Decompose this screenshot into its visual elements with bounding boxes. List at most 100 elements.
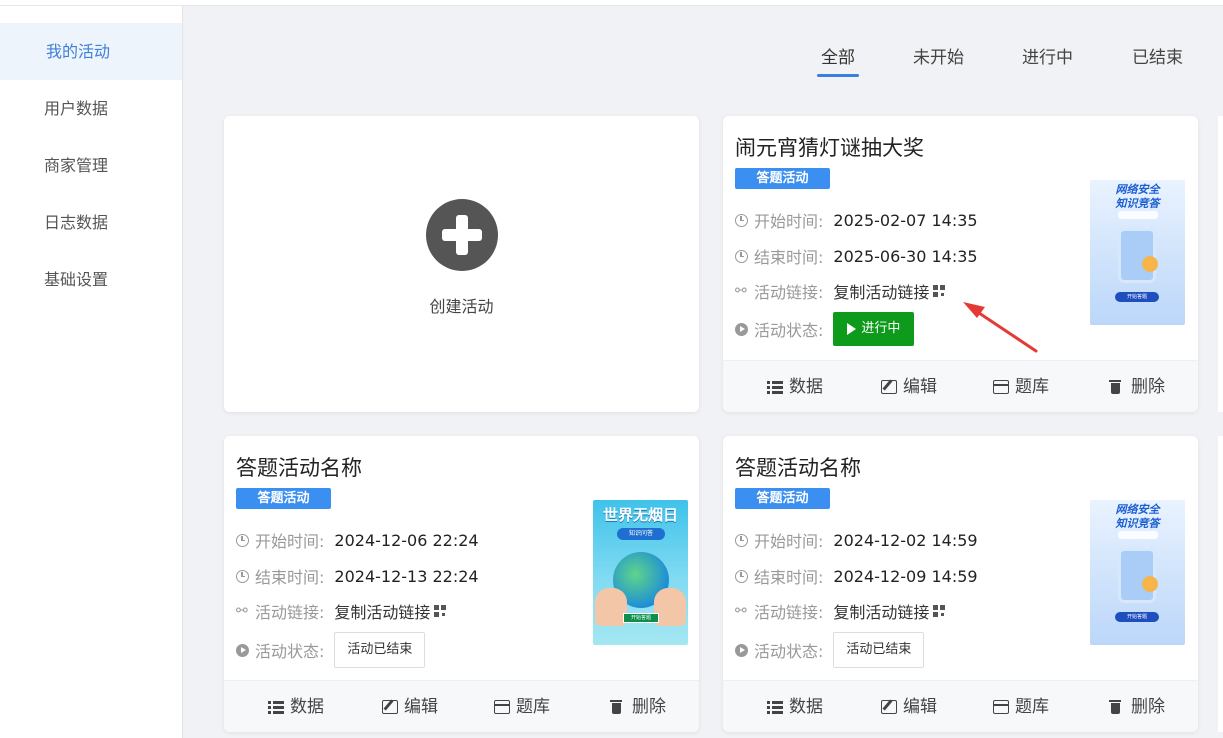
edit-icon	[881, 700, 897, 714]
data-label: 数据	[789, 377, 823, 397]
status-ended-button[interactable]: 活动已结束	[334, 632, 426, 668]
activity-card: 闹元宵猜灯谜抽大奖 答题活动 开始时间: 2025-02-07 14:35 结束…	[723, 116, 1198, 412]
edit-icon	[881, 380, 897, 394]
tab-in-progress[interactable]: 进行中	[1022, 43, 1073, 68]
plus-circle-icon	[425, 199, 498, 271]
start-time-label: 开始时间:	[255, 532, 325, 551]
edit-button[interactable]: 编辑	[881, 361, 937, 412]
data-button[interactable]: 数据	[767, 361, 823, 412]
activity-title: 闹元宵猜灯谜抽大奖	[735, 136, 924, 160]
bank-label: 题库	[1015, 697, 1049, 717]
clock-icon	[735, 249, 748, 263]
qr-code-icon[interactable]	[933, 605, 946, 617]
data-label: 数据	[789, 697, 823, 717]
poster-subtitle-bar	[1118, 531, 1158, 539]
link-icon: ⚯	[735, 282, 747, 299]
status-running-button[interactable]: 进行中	[833, 312, 915, 346]
activity-card: 答题活动名称 答题活动 开始时间: 2024-12-06 22:24 结束时间:…	[224, 436, 699, 732]
edit-button[interactable]: 编辑	[382, 681, 438, 732]
poster-line2: 知识竞答	[1115, 197, 1160, 210]
delete-button[interactable]: 删除	[610, 681, 666, 732]
delete-button[interactable]: 删除	[1109, 361, 1165, 412]
copy-link-button[interactable]: 复制活动链接	[833, 279, 946, 303]
sidebar-item-basic-settings[interactable]: 基础设置	[0, 251, 182, 308]
clock-icon	[735, 533, 748, 547]
question-bank-button[interactable]: 题库	[993, 681, 1049, 732]
copy-link-button[interactable]: 复制活动链接	[833, 599, 946, 623]
end-time-row: 结束时间: 2024-12-09 14:59	[735, 564, 978, 588]
link-label: 活动链接:	[754, 283, 824, 302]
tab-active-underline	[817, 74, 859, 77]
data-button[interactable]: 数据	[767, 681, 823, 732]
status-label: 活动状态:	[754, 642, 824, 661]
status-text: 进行中	[861, 321, 901, 336]
start-time-value: 2024-12-02 14:59	[833, 530, 978, 550]
list-icon	[767, 380, 783, 394]
activity-poster-image: 网络安全 知识竞答 开始答题	[1090, 500, 1185, 645]
status-label: 活动状态:	[754, 321, 824, 340]
tab-not-started[interactable]: 未开始	[913, 43, 964, 68]
poster-line2: 知识竞答	[1115, 517, 1160, 530]
create-activity-card[interactable]: 创建活动	[224, 116, 699, 412]
play-circle-icon	[735, 643, 748, 657]
poster-title: 世界无烟日	[602, 506, 678, 524]
link-row: ⚯ 活动链接: 复制活动链接	[735, 279, 946, 303]
delete-label: 删除	[632, 697, 666, 717]
qr-code-icon[interactable]	[434, 605, 447, 617]
card-icon	[993, 380, 1009, 394]
trash-icon	[1109, 700, 1125, 714]
list-icon	[767, 700, 783, 714]
top-bar	[0, 0, 1223, 6]
sidebar-item-merchant-management[interactable]: 商家管理	[0, 137, 182, 194]
partial-card-edge	[1218, 116, 1223, 412]
sidebar: 我的活动 用户数据 商家管理 日志数据 基础设置	[0, 6, 183, 738]
link-label: 活动链接:	[255, 603, 325, 622]
create-activity-label: 创建活动	[429, 297, 494, 316]
status-label: 活动状态:	[255, 642, 325, 661]
edit-label: 编辑	[404, 697, 438, 717]
question-bank-button[interactable]: 题库	[993, 361, 1049, 412]
qr-code-icon[interactable]	[933, 285, 946, 297]
link-icon: ⚯	[735, 602, 747, 619]
link-label: 活动链接:	[754, 603, 824, 622]
end-time-value: 2024-12-13 22:24	[334, 566, 479, 586]
delete-label: 删除	[1131, 377, 1165, 397]
poster-start-button: 开始答题	[623, 613, 659, 623]
coin-illustration	[1142, 576, 1158, 592]
tab-ended[interactable]: 已结束	[1132, 43, 1183, 68]
sidebar-item-user-data[interactable]: 用户数据	[0, 80, 182, 137]
start-time-label: 开始时间:	[754, 212, 824, 231]
sidebar-item-log-data[interactable]: 日志数据	[0, 194, 182, 251]
copy-link-button[interactable]: 复制活动链接	[334, 599, 447, 623]
poster-start-button: 开始答题	[1115, 612, 1159, 622]
clock-icon	[236, 533, 249, 547]
end-time-row: 结束时间: 2025-06-30 14:35	[735, 244, 978, 268]
copy-link-label: 复制活动链接	[833, 603, 930, 622]
bank-label: 题库	[1015, 377, 1049, 397]
play-circle-icon	[236, 643, 249, 657]
status-ended-button[interactable]: 活动已结束	[833, 632, 925, 668]
delete-label: 删除	[1131, 697, 1165, 717]
play-icon	[847, 323, 857, 335]
link-row: ⚯ 活动链接: 复制活动链接	[735, 599, 946, 623]
status-row: 活动状态: 进行中	[735, 312, 915, 346]
coin-illustration	[1142, 256, 1158, 272]
start-time-value: 2024-12-06 22:24	[334, 530, 479, 550]
poster-title: 网络安全 知识竞答	[1090, 503, 1185, 531]
activity-card: 答题活动名称 答题活动 开始时间: 2024-12-02 14:59 结束时间:…	[723, 436, 1198, 732]
copy-link-label: 复制活动链接	[334, 603, 431, 622]
sidebar-item-my-activities[interactable]: 我的活动	[0, 23, 182, 80]
card-actions: 数据 编辑 题库 删除	[224, 680, 699, 732]
activity-title: 答题活动名称	[735, 456, 861, 480]
question-bank-button[interactable]: 题库	[494, 681, 550, 732]
tab-all[interactable]: 全部	[821, 43, 855, 68]
link-row: ⚯ 活动链接: 复制活动链接	[236, 599, 447, 623]
edit-button[interactable]: 编辑	[881, 681, 937, 732]
start-time-row: 开始时间: 2025-02-07 14:35	[735, 208, 978, 232]
activity-type-badge: 答题活动	[735, 488, 830, 509]
end-time-label: 结束时间:	[754, 568, 824, 587]
poster-start-button: 开始答题	[1115, 292, 1159, 302]
data-button[interactable]: 数据	[268, 681, 324, 732]
card-icon	[494, 700, 510, 714]
delete-button[interactable]: 删除	[1109, 681, 1165, 732]
